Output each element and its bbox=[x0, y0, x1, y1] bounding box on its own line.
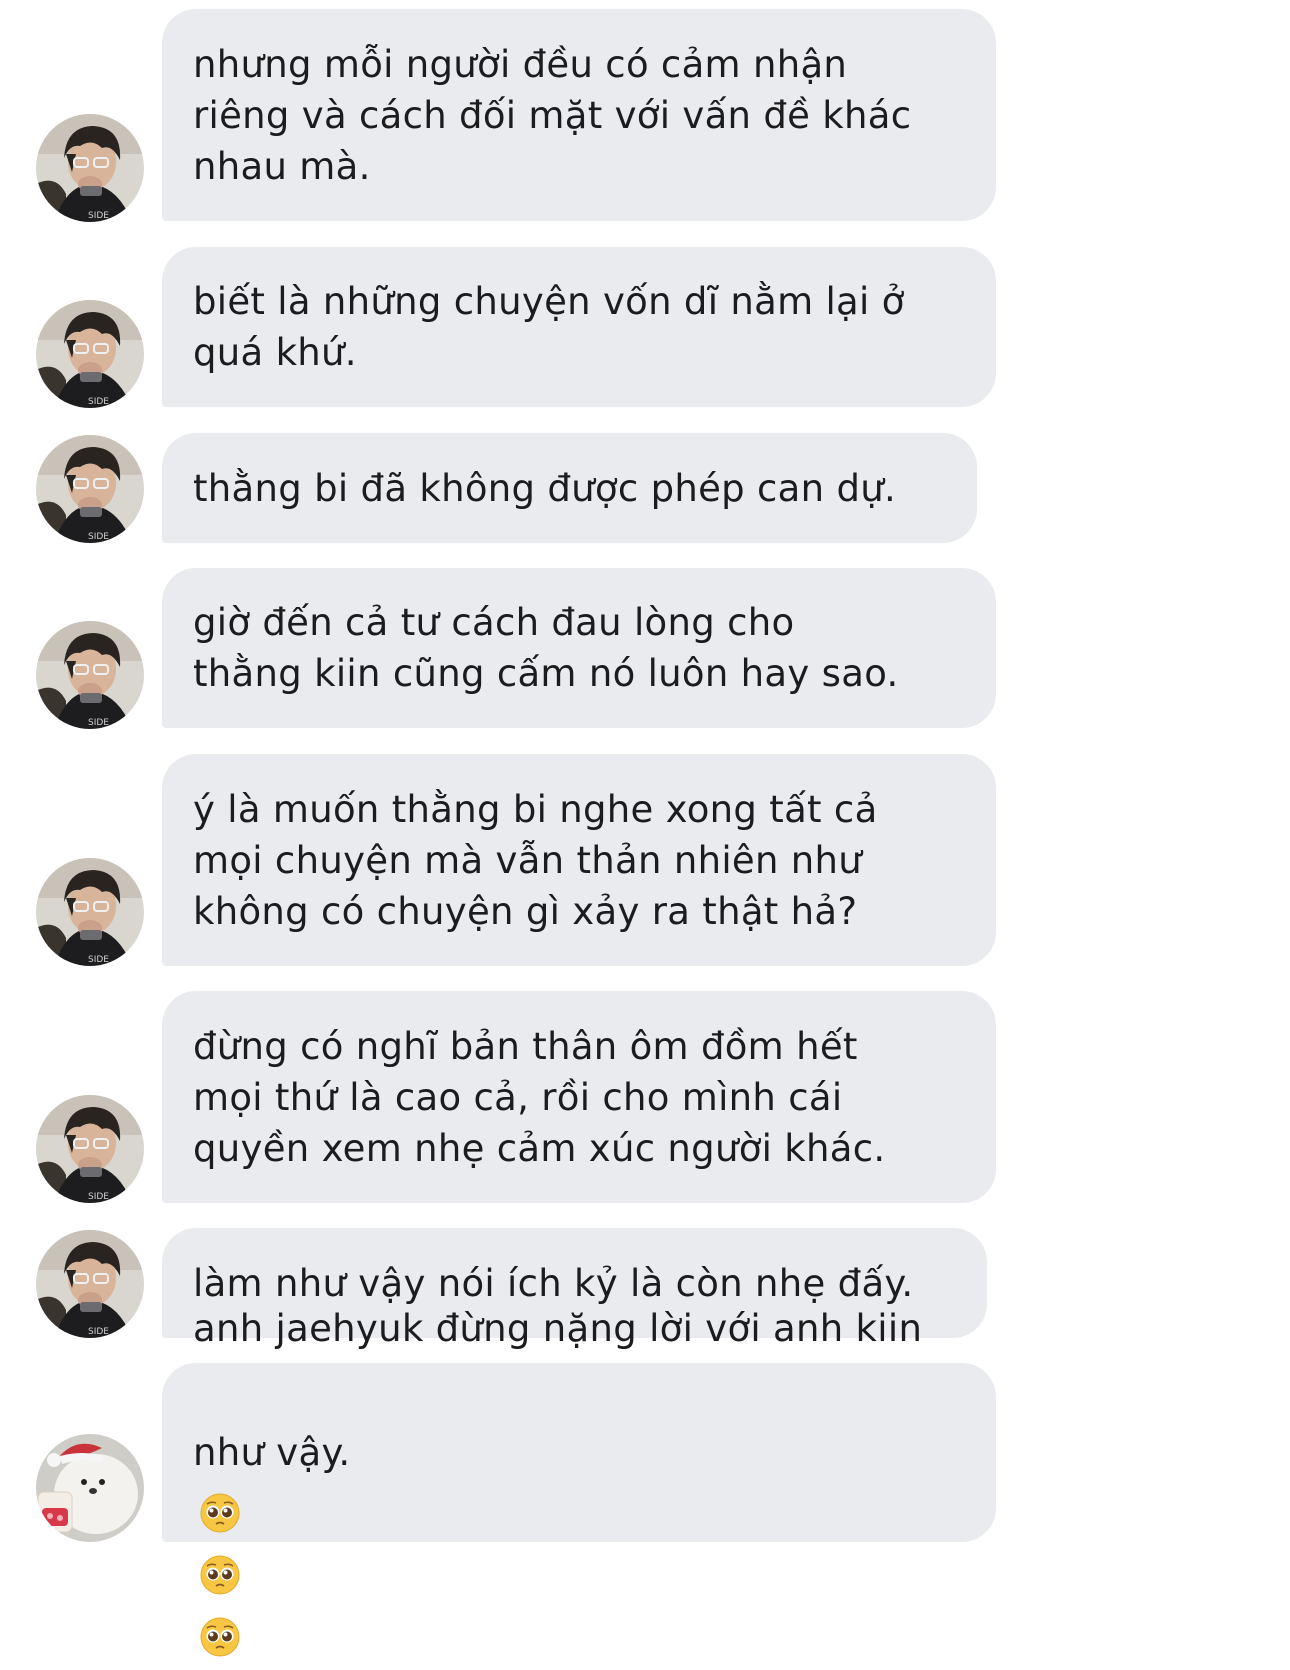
bear-avatar[interactable] bbox=[36, 1434, 144, 1542]
message-text: thằng bi đã không được phép can dự. bbox=[193, 466, 897, 510]
message-text: nhưng mỗi người đều có cảm nhận riêng và… bbox=[193, 42, 912, 188]
pleading-face-icon bbox=[200, 1617, 240, 1657]
message-text: biết là những chuyện vốn dĩ nằm lại ở qu… bbox=[193, 280, 905, 374]
message-bubble[interactable]: nhưng mỗi người đều có cảm nhận riêng và… bbox=[162, 9, 996, 221]
message-text: ý là muốn thằng bi nghe xong tất cả mọi … bbox=[193, 787, 878, 933]
guy-avatar[interactable] bbox=[36, 114, 144, 222]
pleading-face-icon bbox=[200, 1555, 240, 1595]
message-text: anh jaehyuk đừng nặng lời với anh kiin n… bbox=[193, 1236, 922, 1670]
message-text: đừng có nghĩ bản thân ôm đồm hết mọi thứ… bbox=[193, 1024, 886, 1170]
guy-avatar[interactable] bbox=[36, 1095, 144, 1203]
message-text-line: anh jaehyuk đừng nặng lời với anh kiin bbox=[193, 1306, 923, 1350]
message-bubble[interactable]: anh jaehyuk đừng nặng lời với anh kiin n… bbox=[162, 1307, 996, 1542]
guy-avatar[interactable] bbox=[36, 621, 144, 729]
message-text: giờ đến cả tư cách đau lòng cho thằng ki… bbox=[193, 601, 899, 695]
pleading-face-icon bbox=[200, 1493, 240, 1533]
guy-avatar[interactable] bbox=[36, 300, 144, 408]
message-text-line: như vậy. bbox=[193, 1430, 351, 1474]
guy-avatar[interactable] bbox=[36, 435, 144, 543]
guy-avatar[interactable] bbox=[36, 1230, 144, 1338]
message-bubble[interactable]: giờ đến cả tư cách đau lòng cho thằng ki… bbox=[162, 568, 996, 728]
message-bubble[interactable]: biết là những chuyện vốn dĩ nằm lại ở qu… bbox=[162, 247, 996, 407]
message-bubble[interactable]: ý là muốn thằng bi nghe xong tất cả mọi … bbox=[162, 754, 996, 966]
message-bubble[interactable]: thằng bi đã không được phép can dự. bbox=[162, 433, 977, 543]
message-bubble[interactable]: đừng có nghĩ bản thân ôm đồm hết mọi thứ… bbox=[162, 991, 996, 1203]
guy-avatar[interactable] bbox=[36, 858, 144, 966]
